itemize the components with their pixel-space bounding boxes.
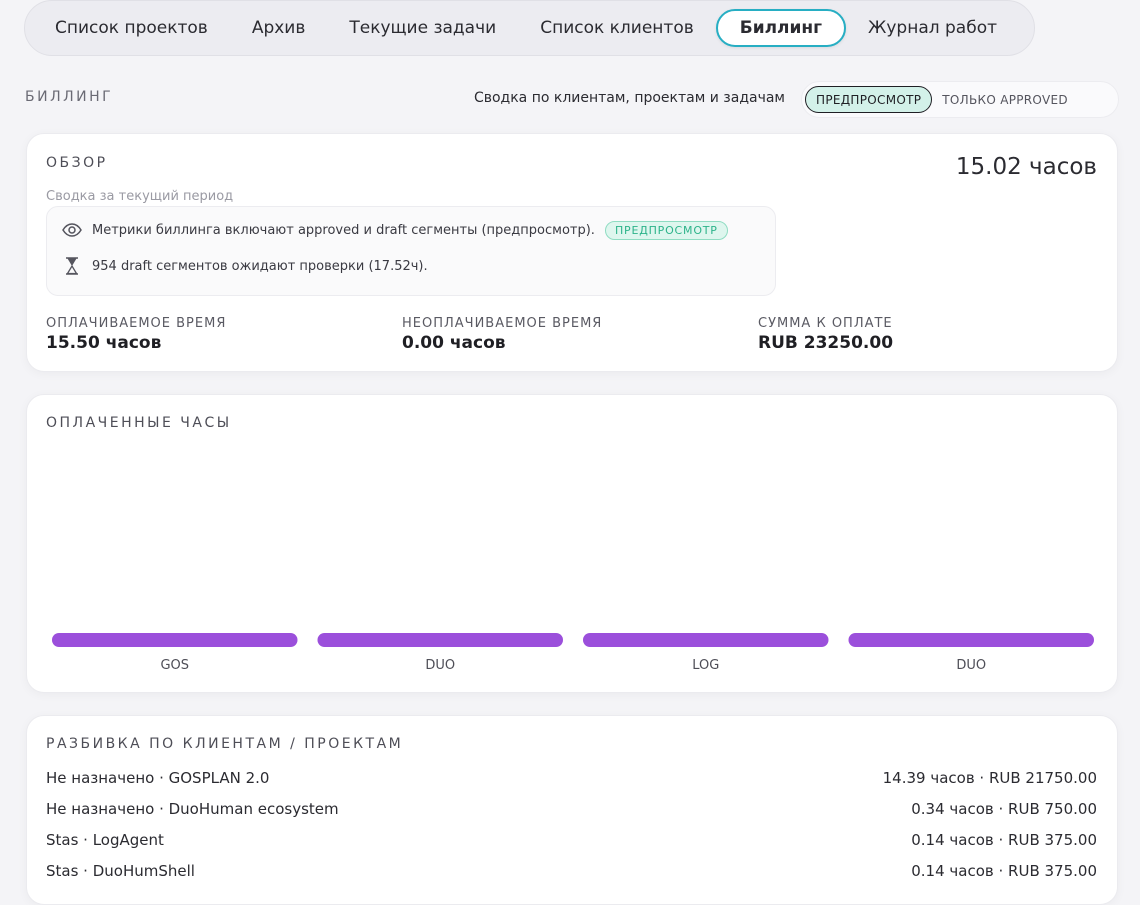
breakdown-row-name: Не назначено · DuoHuman ecosystem [46,800,339,818]
breakdown-row: Stas · DuoHumShell 0.14 часов · RUB 375.… [46,862,1097,880]
notice-preview-text: Метрики биллинга включают approved и dra… [92,222,595,238]
metric-billable-value: 15.50 часов [46,333,162,353]
breakdown-row-name: Stas · LogAgent [46,831,164,849]
chart-tick-label-0: GOS [160,658,189,673]
breakdown-row: Stas · LogAgent 0.14 часов · RUB 375.00 [46,831,1097,849]
metric-unbillable-value: 0.00 часов [402,333,506,353]
notice-preview-row: Метрики биллинга включают approved и dra… [61,219,728,241]
metric-amount-value: RUB 23250.00 [758,333,894,353]
preview-badge: ПРЕДПРОСМОТР [604,220,728,240]
breakdown-title: РАЗБИВКА ПО КЛИЕНТАМ / ПРОЕКТАМ [46,736,404,752]
mode-approved-only-button[interactable]: ТОЛЬКО APPROVED [932,86,1078,113]
breakdown-row-name: Stas · DuoHumShell [46,862,195,880]
breakdown-row-value: 14.39 часов · RUB 21750.00 [882,769,1097,787]
breakdown-row: Не назначено · GOSPLAN 2.0 14.39 часов ·… [46,769,1097,787]
chart-bar-1 [317,633,563,647]
chart-tick-label-3: DUO [956,658,986,673]
metric-billable: ОПЛАЧИВАЕМОЕ ВРЕМЯ 15.50 часов [46,316,226,353]
overview-total: 15.02 часов [955,154,1097,180]
breakdown-row-value: 0.14 часов · RUB 375.00 [911,831,1097,849]
tab-billing[interactable]: Биллинг [715,9,847,47]
tab-work-log[interactable]: Журнал работ [846,9,1019,47]
chart-bar-3 [848,633,1094,647]
tab-projects[interactable]: Список проектов [33,9,230,47]
tab-current-tasks[interactable]: Текущие задачи [327,9,518,47]
mode-preview-button[interactable]: ПРЕДПРОСМОТР [805,86,933,113]
eye-icon [61,219,83,241]
metric-unbillable: НЕОПЛАЧИВАЕМОЕ ВРЕМЯ 0.00 часов [402,316,602,353]
breakdown-row-name: Не назначено · GOSPLAN 2.0 [46,769,270,787]
tab-archive[interactable]: Архив [230,9,328,47]
main-nav: Список проектов Архив Текущие задачи Спи… [24,0,1035,56]
page-title: БИЛЛИНГ [25,89,114,105]
notice-drafts-text: 954 draft сегментов ожидают проверки (17… [92,258,428,274]
paid-hours-chart: GOS DUO LOG DUO [52,633,1094,673]
billing-notice: Метрики биллинга включают approved и dra… [46,206,776,296]
chart-tick-label-1: DUO [425,658,455,673]
notice-drafts-row: 954 draft сегментов ожидают проверки (17… [61,255,428,277]
chart-bar-2 [583,633,829,647]
metric-unbillable-label: НЕОПЛАЧИВАЕМОЕ ВРЕМЯ [402,316,603,331]
breakdown-row-value: 0.34 часов · RUB 750.00 [911,800,1097,818]
metric-billable-label: ОПЛАЧИВАЕМОЕ ВРЕМЯ [46,316,227,331]
breakdown-row-value: 0.14 часов · RUB 375.00 [911,862,1097,880]
metric-amount-due: СУММА К ОПЛАТЕ RUB 23250.00 [758,316,893,353]
metric-amount-label: СУММА К ОПЛАТЕ [758,316,893,331]
page-subtitle: Сводка по клиентам, проектам и задачам [473,90,785,106]
chart-bar-0 [52,633,298,647]
breakdown-row: Не назначено · DuoHuman ecosystem 0.34 ч… [46,800,1097,818]
tab-clients[interactable]: Список клиентов [518,9,716,47]
chart-tick-label-2: LOG [692,658,719,673]
overview-title: ОБЗОР [46,155,108,171]
mode-switch: ПРЕДПРОСМОТР ТОЛЬКО APPROVED [801,81,1119,118]
hourglass-icon [61,255,83,277]
breakdown-card: РАЗБИВКА ПО КЛИЕНТАМ / ПРОЕКТАМ Не назна… [26,715,1118,905]
paid-hours-card: ОПЛАЧЕННЫЕ ЧАСЫ GOS DUO LOG DUO [26,394,1118,693]
overview-card: ОБЗОР 15.02 часов Сводка за текущий пери… [26,133,1118,372]
overview-subtitle: Сводка за текущий период [46,189,234,204]
